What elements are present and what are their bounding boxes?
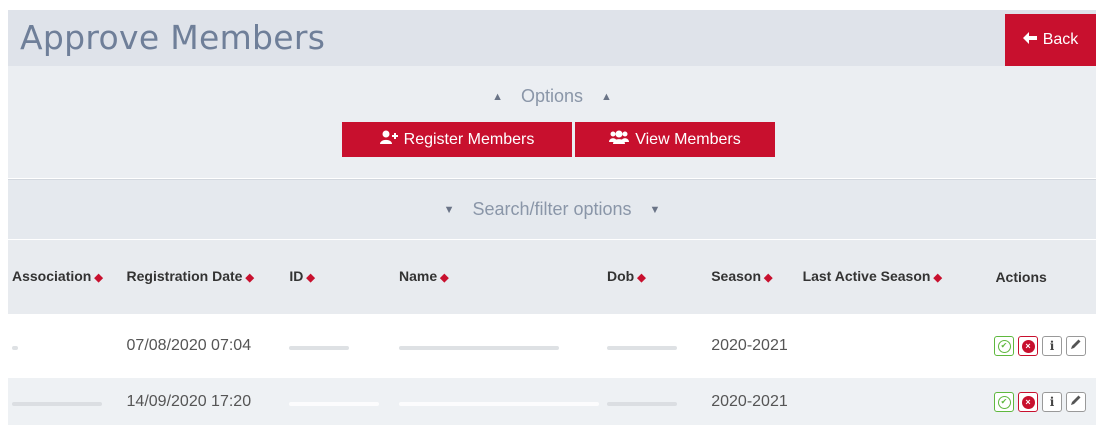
info-icon: i — [1049, 339, 1055, 353]
cell-name — [395, 314, 603, 378]
view-members-button[interactable]: View Members — [575, 122, 775, 157]
search-filter-toggle[interactable]: ▼ Search/filter options ▼ — [8, 199, 1096, 220]
redacted-text — [12, 402, 102, 406]
table-row: 14/09/2020 17:20 2020-2021 ✔ × i — [8, 378, 1096, 425]
cell-actions: ✔ × i — [946, 314, 1096, 378]
edit-button[interactable] — [1066, 336, 1086, 356]
column-header-season[interactable]: Season ◆ — [707, 240, 799, 314]
edit-icon — [1070, 335, 1082, 357]
approve-icon: ✔ — [997, 395, 1011, 409]
column-header-name[interactable]: Name ◆ — [395, 240, 603, 314]
search-filter-label: Search/filter options — [472, 199, 632, 219]
cell-name — [395, 378, 603, 425]
column-header-id[interactable]: ID ◆ — [285, 240, 395, 314]
reject-icon: × — [1021, 395, 1035, 409]
reject-icon: × — [1021, 339, 1035, 353]
approve-button[interactable]: ✔ — [994, 336, 1014, 356]
page-title: Approve Members — [20, 18, 326, 57]
options-title-label: Options — [520, 86, 584, 106]
redacted-text — [607, 402, 677, 406]
users-icon — [609, 130, 630, 149]
approve-icon: ✔ — [997, 339, 1011, 353]
cell-registration-date: 07/08/2020 07:04 — [122, 314, 286, 378]
edit-icon — [1070, 391, 1082, 413]
page-header: Approve Members Back — [8, 10, 1096, 66]
options-button-row: Register Members View Members — [342, 122, 775, 157]
redacted-text — [289, 402, 380, 406]
cell-season: 2020-2021 — [707, 314, 799, 378]
redacted-text — [399, 346, 559, 350]
register-members-button[interactable]: Register Members — [342, 122, 572, 157]
column-header-actions: Actions — [946, 240, 1096, 314]
info-icon: i — [1049, 395, 1055, 409]
cell-id — [285, 314, 395, 378]
edit-button[interactable] — [1066, 392, 1086, 412]
sort-icon: ◆ — [306, 272, 315, 284]
cell-last-active-season — [798, 314, 947, 378]
reject-button[interactable]: × — [1018, 392, 1038, 412]
cell-actions: ✔ × i — [946, 378, 1096, 425]
user-plus-icon — [379, 130, 398, 149]
table-header-row: Association ◆ Registration Date ◆ ID ◆ Name… — [8, 240, 1096, 314]
column-header-dob[interactable]: Dob ◆ — [603, 240, 708, 314]
sort-icon: ◆ — [764, 272, 773, 284]
approve-button[interactable]: ✔ — [994, 392, 1014, 412]
column-header-association[interactable]: Association ◆ — [8, 240, 123, 314]
view-members-label: View Members — [635, 130, 741, 148]
arrow-left-icon — [1022, 31, 1037, 49]
cell-dob — [603, 314, 708, 378]
options-toggle[interactable]: ▲ Options ▲ — [8, 86, 1096, 107]
caret-down-icon: ▼ — [443, 203, 455, 216]
cell-registration-date: 14/09/2020 17:20 — [122, 378, 286, 425]
cell-association — [8, 378, 123, 425]
column-header-registration-date[interactable]: Registration Date ◆ — [122, 240, 286, 314]
sort-icon: ◆ — [94, 272, 103, 284]
options-panel: ▲ Options ▲ Register Members View Member… — [8, 66, 1096, 178]
cell-dob — [603, 378, 708, 425]
members-table: Association ◆ Registration Date ◆ ID ◆ Name… — [8, 240, 1096, 425]
cell-last-active-season — [798, 378, 947, 425]
redacted-text — [289, 346, 350, 350]
column-header-last-active-season[interactable]: Last Active Season ◆ — [798, 240, 947, 314]
info-button[interactable]: i — [1042, 336, 1062, 356]
cell-association — [8, 314, 123, 378]
register-members-label: Register Members — [403, 130, 535, 148]
back-button-label: Back — [1042, 31, 1079, 48]
reject-button[interactable]: × — [1018, 336, 1038, 356]
redacted-text — [399, 402, 599, 406]
cell-season: 2020-2021 — [707, 378, 799, 425]
table-row: 07/08/2020 07:04 2020-2021 ✔ × i — [8, 314, 1096, 378]
sort-icon: ◆ — [245, 272, 254, 284]
redacted-text — [12, 346, 18, 350]
sort-icon: ◆ — [637, 272, 646, 284]
caret-down-icon: ▼ — [649, 203, 661, 216]
sort-icon: ◆ — [933, 272, 942, 284]
sort-icon: ◆ — [440, 272, 449, 284]
caret-up-icon: ▲ — [601, 90, 612, 103]
redacted-text — [607, 346, 677, 350]
search-filter-panel: ▼ Search/filter options ▼ — [8, 179, 1096, 239]
cell-id — [285, 378, 395, 425]
back-button[interactable]: Back — [1005, 14, 1096, 66]
info-button[interactable]: i — [1042, 392, 1062, 412]
caret-up-icon: ▲ — [492, 90, 503, 103]
